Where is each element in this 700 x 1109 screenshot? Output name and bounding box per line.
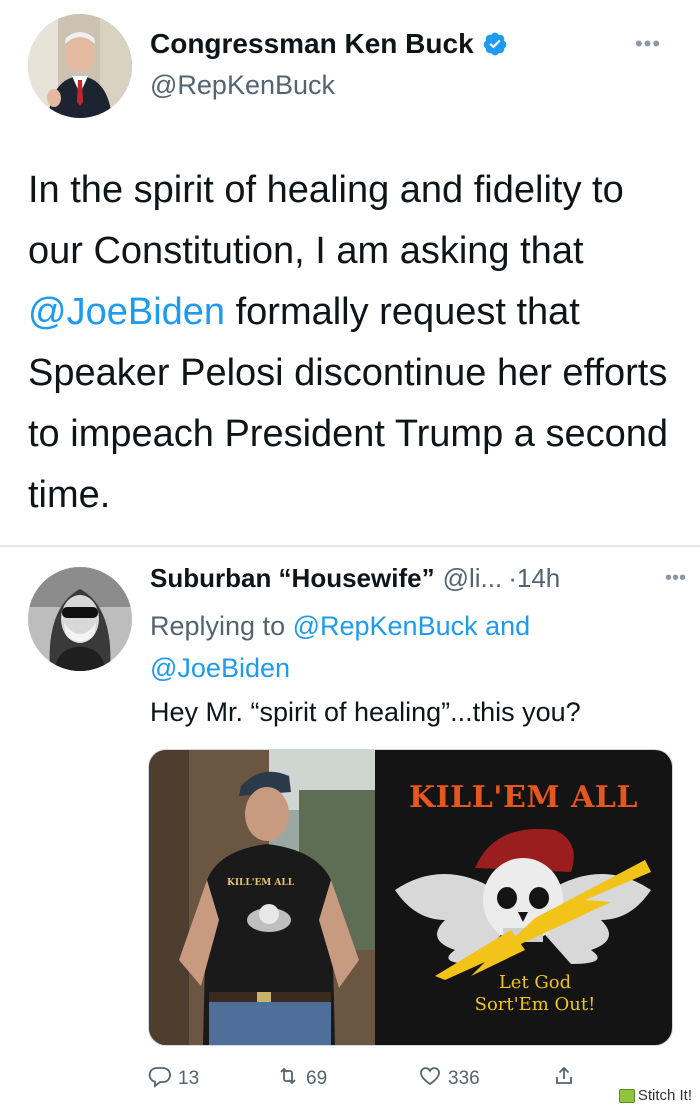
reply-author-name[interactable]: Suburban “Housewife” <box>150 563 435 594</box>
reply-text: Hey Mr. “spirit of healing”...this you? <box>150 697 581 727</box>
banner-motto: Let God Sort'Em Out! <box>455 972 615 1016</box>
replying-to-and: and <box>477 611 531 641</box>
replying-to-user-link[interactable]: @JoeBiden <box>150 653 290 683</box>
watermark: Stitch It! <box>614 1086 696 1105</box>
replying-to-prefix: Replying to <box>150 611 293 641</box>
reply-button[interactable]: 13 <box>148 1064 199 1094</box>
more-icon[interactable]: ••• <box>665 567 686 590</box>
reply-tweet: Suburban “Housewife” @li... ·14h ••• Rep… <box>0 547 700 1109</box>
media-photo-banner[interactable]: KILL'EM ALL Let God Sort'Em Out! <box>375 750 672 1045</box>
reply-author-handle[interactable]: @li... <box>443 563 503 594</box>
avatar[interactable] <box>28 14 132 118</box>
shirt-text: KILL'EM ALL <box>227 878 295 888</box>
stitch-logo-icon <box>618 1088 635 1103</box>
author-name-row: Congressman Ken Buck <box>150 28 508 60</box>
author-name[interactable]: Congressman Ken Buck <box>150 28 474 60</box>
reply-header: Suburban “Housewife” @li... ·14h <box>150 563 690 594</box>
screenshot-page: Congressman Ken Buck @RepKenBuck ••• In … <box>0 0 700 1109</box>
banner-motto-line2: Sort'Em Out! <box>474 994 596 1015</box>
like-button[interactable]: 336 <box>418 1064 480 1094</box>
tweet-media[interactable]: KILL'EM ALL KILL'EM ALL Let God Sort'Em … <box>148 749 673 1046</box>
verified-badge-icon <box>482 31 508 57</box>
share-icon <box>552 1064 576 1094</box>
replying-to: Replying to @RepKenBuck and @JoeBiden <box>150 605 670 689</box>
like-count: 336 <box>448 1068 480 1089</box>
reply-count: 13 <box>178 1068 200 1089</box>
reply-timestamp[interactable]: ·14h <box>508 563 560 594</box>
mention-link[interactable]: @JoeBiden <box>28 291 225 333</box>
banner-motto-line1: Let God <box>498 972 572 993</box>
main-tweet: Congressman Ken Buck @RepKenBuck ••• In … <box>0 0 700 545</box>
action-bar: 13 69 336 <box>148 1062 608 1096</box>
like-icon <box>418 1064 442 1094</box>
retweet-icon <box>276 1064 300 1094</box>
more-icon[interactable]: ••• <box>626 33 670 60</box>
watermark-label: Stitch It! <box>637 1087 692 1104</box>
avatar[interactable] <box>28 567 132 671</box>
tweet-text-part1: In the spirit of healing and fidelity to… <box>28 169 624 272</box>
media-photo-man[interactable]: KILL'EM ALL <box>149 750 375 1045</box>
tweet-text: In the spirit of healing and fidelity to… <box>28 160 678 526</box>
retweet-button[interactable]: 69 <box>276 1064 327 1094</box>
share-button[interactable] <box>552 1064 576 1094</box>
replying-to-user-link[interactable]: @RepKenBuck <box>293 611 478 641</box>
reply-icon <box>148 1064 172 1094</box>
retweet-count: 69 <box>306 1068 328 1089</box>
author-handle[interactable]: @RepKenBuck <box>150 70 335 101</box>
